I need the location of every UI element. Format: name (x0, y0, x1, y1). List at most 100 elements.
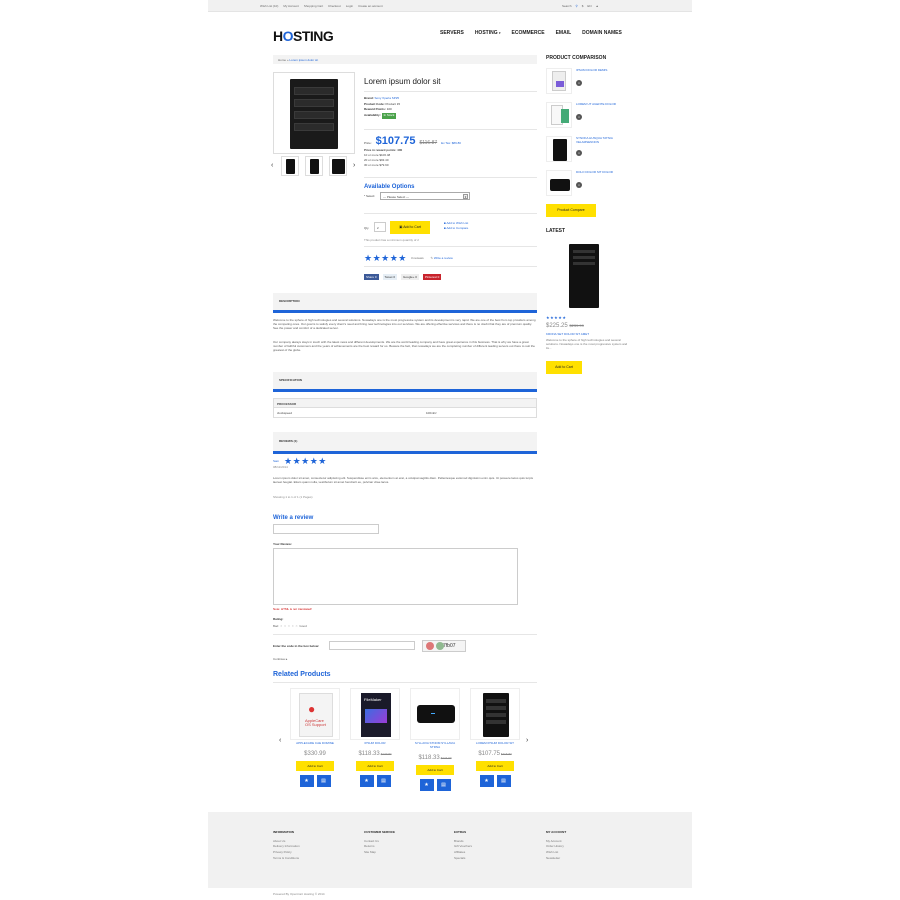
chevron-left-icon[interactable]: ‹ (279, 736, 281, 745)
language-selector[interactable]: EN (587, 4, 591, 8)
add-to-cart-button[interactable]: Add to Cart (296, 760, 334, 771)
comparison-item-name[interactable]: LOREM UT AGENTE DOLOR (576, 102, 616, 107)
captcha-input[interactable] (329, 641, 415, 650)
pinterest-button[interactable]: Pinterest 0 (422, 274, 442, 280)
google-plus-button[interactable]: Google+ 0 (401, 274, 419, 280)
add-to-cart-button[interactable]: Add to Cart (476, 760, 514, 771)
captcha-image: 7fb07 (422, 640, 466, 652)
wishlist-icon[interactable]: ★ (299, 774, 314, 787)
breadcrumb-current[interactable]: Lorem ipsum dolor sit (289, 58, 318, 62)
compare-icon[interactable]: ▤ (436, 778, 451, 791)
breadcrumb-home[interactable]: Home (278, 58, 286, 62)
top-link-cart[interactable]: Shopping Cart (304, 4, 323, 8)
rating-radio-1[interactable]: ○ (280, 624, 282, 628)
top-link-account[interactable]: My Account (283, 4, 299, 8)
nav-servers[interactable]: SERVERS (440, 30, 464, 37)
compare-icon[interactable]: ▤ (316, 774, 331, 787)
tab-reviews[interactable]: REVIEWS (1) (273, 432, 537, 454)
continue-button[interactable]: Continue ▸ (273, 657, 287, 661)
rating-stars: ★★★★★ (364, 253, 407, 263)
name-field[interactable] (273, 524, 379, 534)
top-link-login[interactable]: Login (346, 4, 353, 8)
related-product-name[interactable]: APPLECARE CAE DOMINE (290, 741, 340, 746)
breadcrumb: Home » Lorem ipsum dolor sit (273, 55, 537, 64)
site-logo[interactable]: HOSTING (273, 27, 334, 46)
add-to-cart-button[interactable]: Add to Cart (416, 764, 454, 775)
chevron-left-icon[interactable]: ‹ (271, 161, 273, 170)
top-link-checkout[interactable]: Checkout (328, 4, 341, 8)
tab-description[interactable]: DESCRIPTION (273, 293, 537, 313)
related-product-image[interactable] (410, 688, 460, 740)
brand-link[interactable]: Sony Xperia SP25 (375, 96, 400, 100)
comparison-item-name[interactable]: DOLO DOLOR SIT DOLOR (576, 170, 616, 175)
search-icon[interactable]: ⚲ (576, 4, 578, 8)
reviews-count-link[interactable]: 3 reviews (411, 256, 424, 260)
qty-input[interactable]: 2 (374, 222, 386, 232)
rating-radio-2[interactable]: ○ (284, 624, 286, 628)
thumbnail[interactable] (281, 156, 299, 176)
wishlist-icon[interactable]: ★ (419, 778, 434, 791)
comparison-item: DOLO DOLOR SIT DOLOR × (546, 170, 686, 198)
spec-key: clockspeed (277, 411, 293, 415)
latest-add-to-cart-button[interactable]: Add to Cart (546, 361, 582, 374)
related-product-image[interactable]: ● AppleCare OS Support (290, 688, 340, 740)
add-to-compare-link[interactable]: ■ Add to Compare (444, 226, 468, 231)
footer-link[interactable]: Site Map (364, 850, 395, 856)
specification-table: PROCESSOR clockspeed 100mhz (273, 398, 537, 418)
write-review-heading: Write a review (273, 515, 314, 521)
footer-link[interactable]: Terms & Conditions (273, 856, 300, 862)
nav-domain-names[interactable]: DOMAIN NAMES (582, 30, 622, 37)
add-to-cart-button[interactable]: ▣ Add to Cart (390, 221, 430, 234)
rating-radio-3[interactable]: ○ (288, 624, 290, 628)
thumbnail[interactable] (305, 156, 323, 176)
product-main-image[interactable] (273, 72, 355, 154)
add-to-cart-button[interactable]: Add to Cart (356, 760, 394, 771)
remove-icon[interactable]: × (576, 150, 582, 156)
cart-icon[interactable]: ▲ (596, 4, 599, 8)
currency-selector[interactable]: $ (582, 4, 584, 8)
related-product-name[interactable]: IPSUM DOLOR (350, 741, 400, 746)
related-product-price: $118.33$144.90 (418, 754, 452, 761)
price-block: Price: $107.75 $116.87 Ex Tax: $89.80 (364, 135, 461, 147)
comparison-item-image[interactable] (546, 170, 572, 196)
footer-link[interactable]: Newsletter (546, 856, 566, 862)
compare-icon[interactable]: ▤ (376, 774, 391, 787)
thumbnail[interactable] (329, 156, 347, 176)
rating-radio-5[interactable]: ○ (296, 624, 298, 628)
option-select[interactable]: --- Please Select --- ▾ (380, 192, 470, 200)
tab-specification[interactable]: SPECIFICATION (273, 372, 537, 392)
remove-icon[interactable]: × (576, 114, 582, 120)
remove-icon[interactable]: × (576, 182, 582, 188)
comparison-item-name[interactable]: IPSUM DOLOR DEMIS (576, 68, 616, 73)
comparison-item: IPSUM DOLOR DEMIS × (546, 68, 686, 96)
related-product-name[interactable]: SYLLAVIA STNOM SYLLAVIA STRNA (410, 741, 460, 750)
nav-hosting[interactable]: HOSTING ▾ (475, 30, 501, 37)
footer-link[interactable]: Specials (454, 856, 472, 862)
comparison-item-image[interactable] (546, 136, 572, 162)
facebook-share-button[interactable]: Share 0 (364, 274, 379, 280)
remove-icon[interactable]: × (576, 80, 582, 86)
chevron-right-icon[interactable]: › (353, 161, 355, 170)
review-textarea[interactable] (273, 548, 518, 605)
write-review-link[interactable]: Write a review (434, 256, 453, 260)
chevron-right-icon[interactable]: › (526, 736, 528, 745)
related-product-name[interactable]: LOREM IPSUM DOLOR SIT (470, 741, 520, 746)
product-compare-button[interactable]: Product Compare (546, 204, 596, 217)
top-link-register[interactable]: Create an account (358, 4, 383, 8)
comparison-item-name[interactable]: SYNOKA HUSQUA TATNIA VELAMSENNON (576, 136, 616, 145)
nav-email[interactable]: EMAIL (556, 30, 572, 37)
top-link-wishlist[interactable]: Wish List (10) (260, 4, 278, 8)
search-label[interactable]: Search (562, 4, 572, 8)
related-product-image[interactable] (470, 688, 520, 740)
wishlist-icon[interactable]: ★ (479, 774, 494, 787)
tweet-button[interactable]: Tweet 0 (382, 274, 398, 280)
latest-product-image[interactable] (563, 244, 607, 310)
latest-product-name[interactable]: KRONA SET DOLOR SIT AMET (546, 332, 589, 336)
rating-radio-4[interactable]: ○ (292, 624, 294, 628)
wishlist-icon[interactable]: ★ (359, 774, 374, 787)
related-product-image[interactable]: FileMaker (350, 688, 400, 740)
comparison-item-image[interactable] (546, 68, 572, 94)
nav-ecommerce[interactable]: ECOMMERCE (512, 30, 545, 37)
comparison-item-image[interactable] (546, 102, 572, 128)
compare-icon[interactable]: ▤ (496, 774, 511, 787)
